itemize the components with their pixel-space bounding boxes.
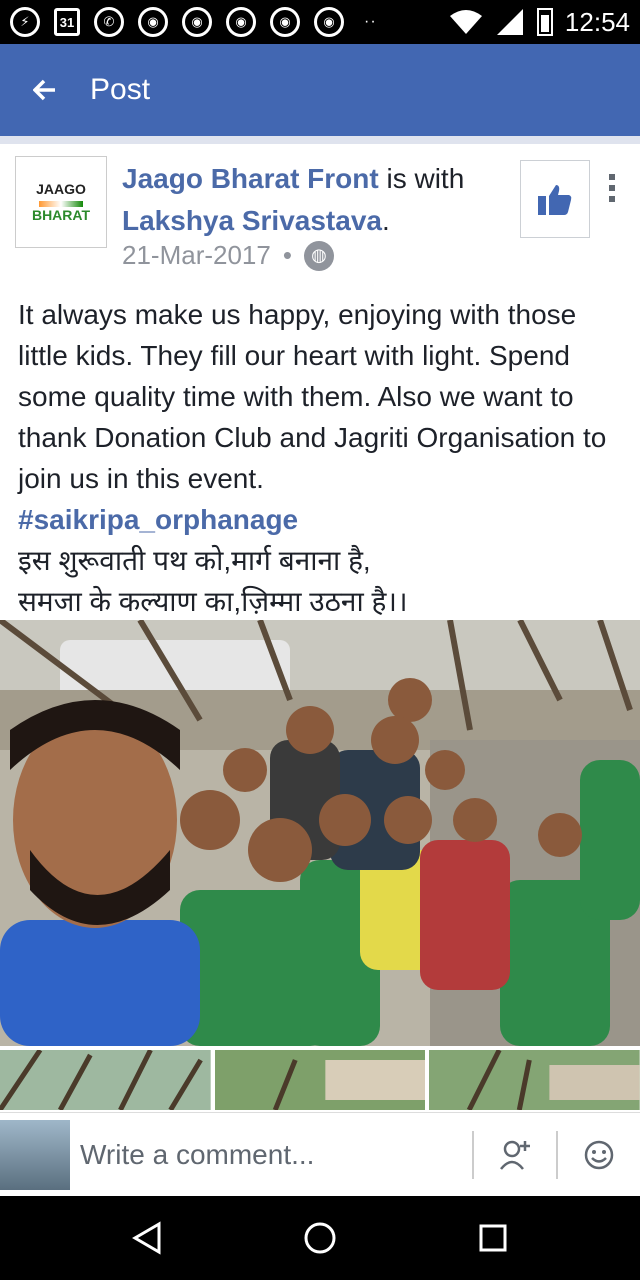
meta-separator: • (282, 240, 292, 270)
signal-icon (496, 9, 523, 35)
nav-home-button[interactable] (290, 1208, 350, 1268)
divider (0, 136, 640, 144)
group-photo-image (0, 620, 640, 1046)
post-photo[interactable] (0, 620, 640, 1046)
globe-icon: ◍ (303, 240, 334, 271)
avatar-logo-line2: BHARAT (31, 207, 91, 223)
more-options-button[interactable] (600, 174, 624, 202)
period: . (381, 205, 390, 236)
dot-icon (609, 196, 615, 202)
notification-icons: ⚡ 31 ✆ ◉ ◉ ◉ ◉ ◉ ·· (10, 7, 377, 37)
user-avatar[interactable] (0, 1119, 70, 1190)
chrome-icon: ◉ (314, 7, 344, 37)
circle-home-icon (304, 1222, 336, 1254)
avatar-logo-line1: JAAGO (36, 181, 86, 197)
page-title: Post (90, 73, 151, 106)
tag-friend-button[interactable] (474, 1113, 556, 1197)
photo-thumbnails (0, 1050, 640, 1110)
triangle-back-icon (131, 1221, 161, 1255)
clock: 12:54 (564, 6, 630, 37)
thumbs-up-icon (538, 185, 572, 215)
chrome-icon: ◉ (138, 7, 168, 37)
page-avatar[interactable]: JAAGO BHARAT (15, 156, 107, 248)
thumbnail-image (214, 1050, 426, 1110)
like-page-button[interactable] (520, 160, 590, 238)
comment-bar: Write a comment... (0, 1112, 640, 1196)
nav-back-button[interactable] (117, 1208, 177, 1268)
hindi-line-1: इस शुरूवाती पथ को,मार्ग बनाना है, (18, 545, 371, 576)
system-nav-bar (0, 1196, 640, 1280)
thumbnail-image (429, 1050, 640, 1110)
dot-icon (609, 174, 615, 180)
more-notifications-icon: ·· (364, 13, 377, 30)
emoji-button[interactable] (558, 1113, 640, 1197)
nav-recents-button[interactable] (463, 1208, 523, 1268)
whatsapp-icon: ✆ (94, 7, 124, 37)
status-bar: ⚡ 31 ✆ ◉ ◉ ◉ ◉ ◉ ·· 12:54 (0, 0, 640, 44)
app-bar: Post (0, 44, 640, 136)
post-text: It always make us happy, enjoying with t… (18, 299, 607, 494)
thumbnail-2[interactable] (214, 1050, 426, 1110)
dot-icon (609, 185, 615, 191)
wifi-icon (449, 10, 482, 34)
with-text: is with (378, 163, 465, 194)
page-name-link[interactable]: Jaago Bharat Front (122, 163, 379, 194)
chrome-icon: ◉ (270, 7, 300, 37)
battery-icon (536, 8, 553, 36)
square-recents-icon (479, 1224, 507, 1252)
add-person-icon (500, 1140, 530, 1170)
chrome-icon: ◉ (182, 7, 212, 37)
messenger-icon: ⚡ (10, 7, 40, 37)
hashtag-link[interactable]: #saikripa_orphanage (18, 499, 628, 540)
comment-input[interactable]: Write a comment... (80, 1139, 472, 1171)
post-body: It always make us happy, enjoying with t… (18, 294, 628, 622)
post-date[interactable]: 21-Mar-2017 (122, 240, 271, 271)
thumbnail-3[interactable] (429, 1050, 640, 1110)
smiley-icon (584, 1140, 614, 1169)
back-button[interactable] (0, 44, 90, 136)
post-header: Jaago Bharat Front is with Lakshya Sriva… (122, 158, 502, 242)
back-arrow-icon (33, 79, 55, 101)
thumbnail-image (0, 1050, 211, 1110)
thumbnail-1[interactable] (0, 1050, 211, 1110)
calendar-icon: 31 (54, 8, 80, 36)
post-meta: 21-Mar-2017 • ◍ (122, 240, 334, 271)
tagged-user-link[interactable]: Lakshya Srivastava (122, 205, 382, 236)
hindi-line-2: समजा के कल्याण का,ज़िम्मा उठना है।। (18, 586, 408, 617)
chrome-icon: ◉ (226, 7, 256, 37)
